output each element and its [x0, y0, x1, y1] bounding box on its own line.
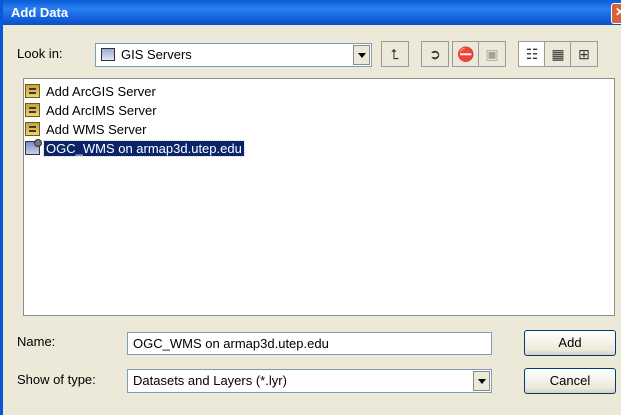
chevron-down-icon[interactable] [353, 45, 370, 65]
disconnect-button[interactable]: ⛔ [452, 41, 480, 67]
chevron-down-icon[interactable] [473, 371, 490, 391]
list-view-button[interactable]: ☷ [518, 41, 546, 67]
details-view-button[interactable]: ▦ [544, 41, 572, 67]
list-item-label: OGC_WMS on armap3d.utep.edu [43, 140, 245, 157]
title-bar[interactable]: Add Data ✕ [3, 0, 621, 25]
thumbnails-view-button[interactable]: ⊞ [570, 41, 598, 67]
close-icon: ✕ [615, 5, 621, 19]
look-in-dropdown[interactable]: GIS Servers [95, 43, 372, 67]
show-of-type-label: Show of type: [17, 372, 96, 387]
close-button[interactable]: ✕ [611, 3, 621, 24]
show-of-type-value: Datasets and Layers (*.lyr) [133, 373, 287, 388]
add-data-dialog: Add Data ✕ Look in: GIS Servers ⮤ ➲ ⛔ ▣ ☷ ▦ ⊞ … [0, 0, 621, 415]
name-label: Name: [17, 334, 56, 349]
new-folder-icon: ▣ [485, 46, 499, 62]
window-title: Add Data [11, 5, 69, 20]
disconnect-icon: ⛔ [457, 46, 475, 62]
look-in-label: Look in: [17, 46, 63, 61]
up-folder-icon: ⮤ [390, 46, 400, 62]
name-value: OGC_WMS on armap3d.utep.edu [133, 336, 329, 351]
cancel-button[interactable]: Cancel [524, 368, 616, 394]
new-folder-button[interactable]: ▣ [478, 41, 506, 67]
up-one-level-button[interactable]: ⮤ [381, 41, 409, 67]
look-in-value: GIS Servers [121, 47, 192, 62]
list-item-label: Add ArcIMS Server [46, 103, 157, 118]
add-button[interactable]: Add [524, 330, 616, 356]
connect-to-folder-button[interactable]: ➲ [421, 41, 449, 67]
connect-folder-icon: ➲ [429, 46, 441, 62]
gis-servers-icon [101, 48, 115, 61]
file-list[interactable]: Add ArcGIS Server Add ArcIMS Server Add WM… [23, 78, 615, 316]
add-server-icon [25, 84, 40, 98]
list-item-label: Add WMS Server [46, 122, 147, 137]
add-server-icon [25, 103, 40, 117]
details-view-icon: ▦ [551, 46, 565, 62]
thumbnails-view-icon: ⊞ [578, 46, 590, 62]
wms-connection-icon [25, 139, 42, 155]
show-of-type-dropdown[interactable]: Datasets and Layers (*.lyr) [127, 369, 492, 393]
list-view-icon: ☷ [525, 46, 539, 62]
add-server-icon [25, 122, 40, 136]
list-item-label: Add ArcGIS Server [46, 84, 156, 99]
name-field[interactable]: OGC_WMS on armap3d.utep.edu [127, 332, 492, 355]
